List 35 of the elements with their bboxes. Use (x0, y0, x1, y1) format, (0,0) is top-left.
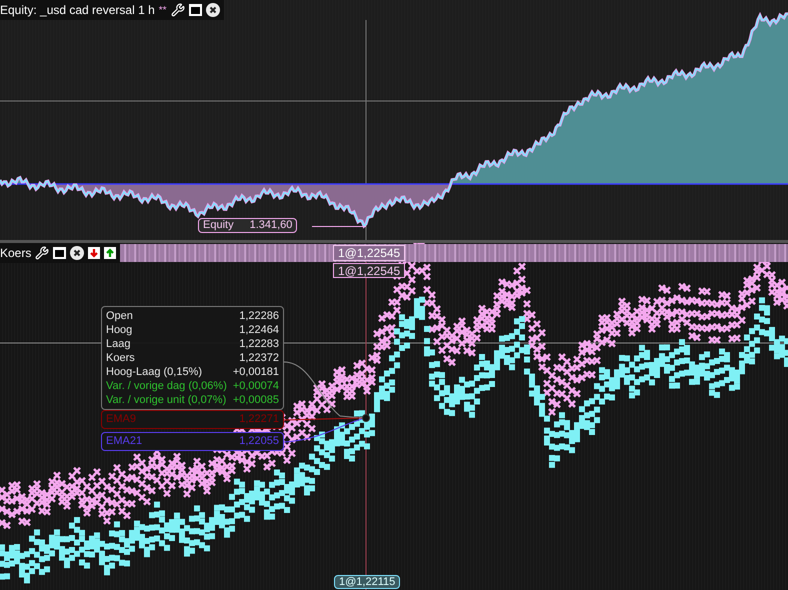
tooltip-label: Open (106, 309, 133, 323)
tooltip-value: 1,22283 (239, 337, 279, 351)
modified-mark: ** (158, 4, 167, 18)
tooltip-label: Laag (106, 337, 130, 351)
cursor-bottom-label: 1@1,22115 (334, 575, 400, 589)
indicator-value: 1,22055 (239, 434, 279, 450)
indicator-value: 1,22271 (239, 412, 279, 428)
window-icon[interactable] (53, 247, 66, 259)
panel-title: Equity: _usd cad reversal 1 h (0, 2, 155, 19)
settings-icon[interactable] (170, 3, 185, 17)
window-icon[interactable] (188, 4, 202, 16)
tooltip-label: Hoog (106, 323, 132, 337)
tooltip-label: Var. / vorige unit (0,07%) (106, 393, 226, 407)
equity-name: Equity (203, 218, 234, 234)
upload-icon[interactable] (104, 247, 116, 259)
tooltip-label: Koers (106, 351, 135, 365)
close-icon[interactable] (206, 3, 220, 17)
close-icon[interactable] (70, 246, 84, 260)
tooltip-label: Var. / vorige dag (0,06%) (106, 379, 227, 393)
tooltip-value: +0,00074 (232, 379, 279, 393)
tooltip-value: +0,00181 (232, 365, 279, 379)
cursor-point (362, 414, 370, 422)
tooltip-value: +0,00085 (232, 393, 279, 407)
tooltip-value: 1,22464 (239, 323, 279, 337)
equity-value: 1.341,60 (250, 218, 292, 234)
indicator-name: EMA9 (106, 412, 136, 428)
panel-title: Koers (0, 245, 32, 262)
tooltip-value: 1,22372 (239, 351, 279, 365)
cursor-time-label: 1@1,22545 (333, 245, 406, 261)
cursor-price-label: 1@1,22545 (333, 263, 406, 278)
indicator-name: EMA21 (106, 434, 142, 450)
tooltip-value: 1,22286 (239, 309, 279, 323)
download-icon[interactable] (88, 247, 100, 259)
settings-icon[interactable] (35, 246, 50, 260)
tooltip-label: Hoog-Laag (0,15%) (106, 365, 202, 379)
